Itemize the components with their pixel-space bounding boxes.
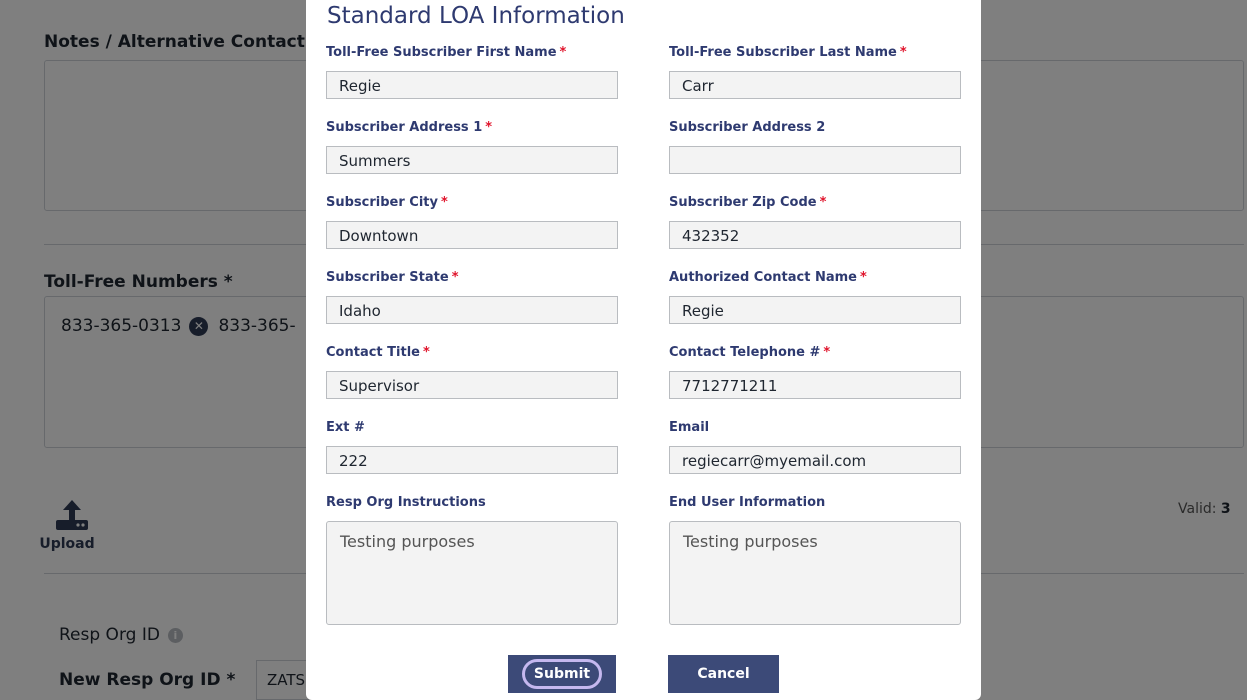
required-mark: * (859, 270, 867, 285)
cancel-button[interactable]: Cancel (668, 655, 779, 693)
address2-input[interactable] (669, 146, 961, 174)
zip-input[interactable]: 432352 (669, 221, 961, 249)
end-user-info-label: End User Information (669, 495, 961, 513)
address1-label-text: Subscriber Address 1 (326, 120, 483, 135)
required-mark: * (899, 45, 907, 60)
city-input[interactable]: Downtown (326, 221, 618, 249)
required-mark: * (819, 195, 827, 210)
resp-org-instructions-label-text: Resp Org Instructions (326, 495, 486, 510)
ext-input[interactable]: 222 (326, 446, 618, 474)
contact-title-label: Contact Title * (326, 345, 618, 363)
first-name-input[interactable]: Regie (326, 71, 618, 99)
required-mark: * (451, 270, 459, 285)
last-name-input[interactable]: Carr (669, 71, 961, 99)
first-name-label-text: Toll-Free Subscriber First Name (326, 45, 557, 60)
address2-label: Subscriber Address 2 (669, 120, 961, 138)
email-label: Email (669, 420, 961, 438)
state-label-text: Subscriber State (326, 270, 449, 285)
address1-input[interactable]: Summers (326, 146, 618, 174)
resp-org-instructions-label: Resp Org Instructions (326, 495, 618, 513)
end-user-info-textarea[interactable]: Testing purposes (669, 521, 961, 625)
contact-name-label-text: Authorized Contact Name (669, 270, 857, 285)
contact-title-field: Contact Title * Supervisor (326, 345, 618, 399)
contact-phone-label-text: Contact Telephone # (669, 345, 821, 360)
ext-label-text: Ext # (326, 420, 365, 435)
last-name-label: Toll-Free Subscriber Last Name * (669, 45, 961, 63)
state-field: Subscriber State * Idaho (326, 270, 618, 324)
contact-phone-input[interactable]: 7712771211 (669, 371, 961, 399)
state-input[interactable]: Idaho (326, 296, 618, 324)
resp-org-instructions-textarea[interactable]: Testing purposes (326, 521, 618, 625)
last-name-field: Toll-Free Subscriber Last Name * Carr (669, 45, 961, 99)
contact-phone-label: Contact Telephone # * (669, 345, 961, 363)
required-mark: * (440, 195, 448, 210)
required-mark: * (485, 120, 493, 135)
loa-modal: Standard LOA Information Toll-Free Subsc… (306, 0, 981, 700)
ext-field: Ext # 222 (326, 420, 618, 474)
contact-name-field: Authorized Contact Name * Regie (669, 270, 961, 324)
end-user-info-label-text: End User Information (669, 495, 826, 510)
address2-field: Subscriber Address 2 (669, 120, 961, 174)
cancel-label: Cancel (697, 666, 750, 682)
contact-title-label-text: Contact Title (326, 345, 420, 360)
zip-label: Subscriber Zip Code * (669, 195, 961, 213)
end-user-info-field: End User Information Testing purposes (669, 495, 961, 625)
email-label-text: Email (669, 420, 710, 435)
state-label: Subscriber State * (326, 270, 618, 288)
contact-name-input[interactable]: Regie (669, 296, 961, 324)
city-field: Subscriber City * Downtown (326, 195, 618, 249)
submit-label: Submit (521, 659, 603, 689)
contact-name-label: Authorized Contact Name * (669, 270, 961, 288)
required-mark: * (823, 345, 831, 360)
submit-button[interactable]: Submit (508, 655, 616, 693)
city-label-text: Subscriber City (326, 195, 438, 210)
last-name-label-text: Toll-Free Subscriber Last Name (669, 45, 897, 60)
email-input[interactable]: regiecarr@myemail.com (669, 446, 961, 474)
address1-field: Subscriber Address 1 * Summers (326, 120, 618, 174)
modal-title: Standard LOA Information (327, 3, 625, 29)
city-label: Subscriber City * (326, 195, 618, 213)
resp-org-instructions-field: Resp Org Instructions Testing purposes (326, 495, 618, 625)
zip-label-text: Subscriber Zip Code (669, 195, 817, 210)
email-field: Email regiecarr@myemail.com (669, 420, 961, 474)
address1-label: Subscriber Address 1 * (326, 120, 618, 138)
required-mark: * (559, 45, 567, 60)
zip-field: Subscriber Zip Code * 432352 (669, 195, 961, 249)
ext-label: Ext # (326, 420, 618, 438)
first-name-field: Toll-Free Subscriber First Name * Regie (326, 45, 618, 99)
contact-phone-field: Contact Telephone # * 7712771211 (669, 345, 961, 399)
first-name-label: Toll-Free Subscriber First Name * (326, 45, 618, 63)
address2-label-text: Subscriber Address 2 (669, 120, 826, 135)
contact-title-input[interactable]: Supervisor (326, 371, 618, 399)
required-mark: * (422, 345, 430, 360)
